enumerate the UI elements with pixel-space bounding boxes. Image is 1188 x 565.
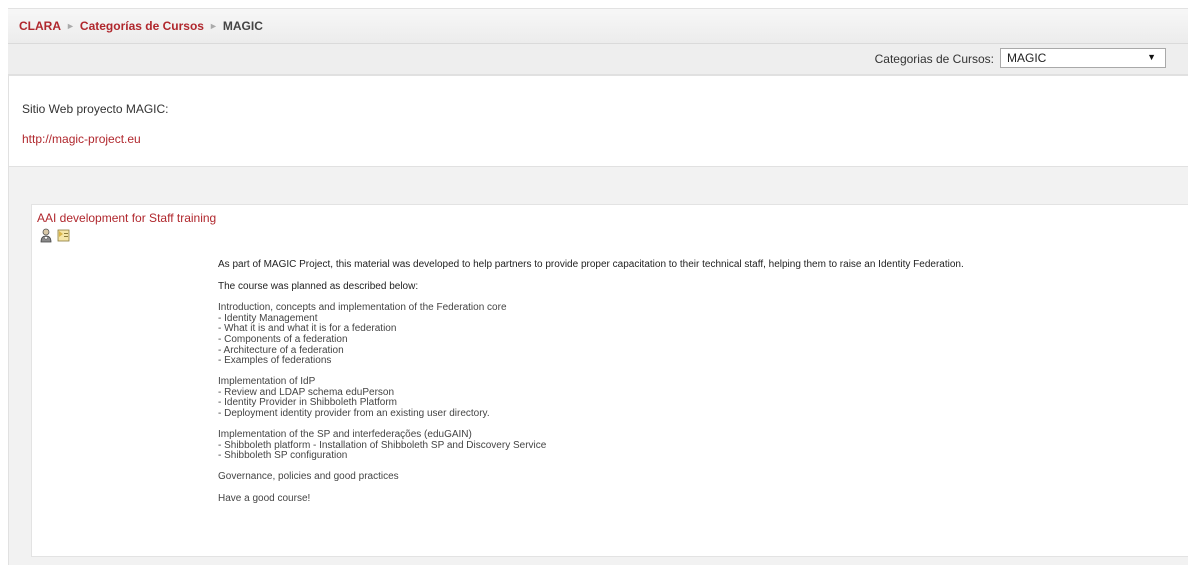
summary-line: Introduction, concepts and implementatio… — [218, 302, 507, 314]
summary-planned: The course was planned as described belo… — [218, 280, 419, 292]
category-select-value: MAGIC — [1007, 51, 1047, 65]
description-text: Sitio Web proyecto MAGIC: — [22, 102, 169, 116]
course-item: AAI development for Staff training As pa… — [31, 204, 1188, 557]
course-title-link[interactable]: AAI development for Staff training — [37, 211, 216, 225]
summary-block: Have a good course! — [218, 492, 1178, 505]
breadcrumb-home-link[interactable]: CLARA — [19, 19, 61, 33]
dropdown-arrow-icon: ▼ — [1147, 52, 1156, 62]
project-website-link[interactable]: http://magic-project.eu — [22, 132, 141, 146]
summary-line: - Shibboleth platform - Installation of … — [218, 439, 547, 451]
navbar: CLARA ► Categorías de Cursos ► MAGIC — [8, 8, 1188, 44]
summary-block: Implementation of the SP and interfedera… — [218, 430, 1178, 462]
guest-access-icon — [56, 228, 71, 243]
category-select[interactable]: MAGIC ▼ — [1000, 48, 1166, 68]
breadcrumb-separator-icon: ► — [208, 21, 218, 31]
summary-block: Governance, policies and good practices — [218, 472, 1178, 483]
course-summary: As part of MAGIC Project, this material … — [218, 259, 1178, 515]
summary-line: - What it is and what it is for a federa… — [218, 323, 397, 335]
summary-intro: As part of MAGIC Project, this material … — [218, 259, 964, 270]
category-jumpbar: Categorias de Cursos: MAGIC ▼ — [8, 44, 1188, 75]
summary-line: - Architecture of a federation — [218, 344, 344, 356]
category-select-label: Categorias de Cursos: — [874, 52, 994, 66]
summary-line: - Deployment identity provider from an e… — [218, 408, 490, 420]
summary-line: Governance, policies and good practices — [218, 471, 399, 483]
summary-block: Implementation of IdP - Review and LDAP … — [218, 377, 1178, 419]
category-description: Sitio Web proyecto MAGIC: http://magic-p… — [8, 75, 1188, 167]
teacher-icon — [39, 228, 54, 243]
summary-line: - Shibboleth SP configuration — [218, 450, 348, 462]
course-icons — [39, 228, 71, 243]
breadcrumb-separator-icon: ► — [66, 21, 75, 31]
breadcrumb: CLARA ► Categorías de Cursos ► MAGIC — [19, 19, 263, 33]
summary-line: Have a good course! — [218, 492, 311, 504]
summary-line: - Components of a federation — [218, 333, 348, 345]
summary-line: - Examples of federations — [218, 355, 332, 367]
breadcrumb-categories-link[interactable]: Categorías de Cursos — [80, 19, 204, 33]
breadcrumb-current: MAGIC — [222, 19, 263, 33]
summary-block: Introduction, concepts and implementatio… — [218, 303, 1178, 367]
